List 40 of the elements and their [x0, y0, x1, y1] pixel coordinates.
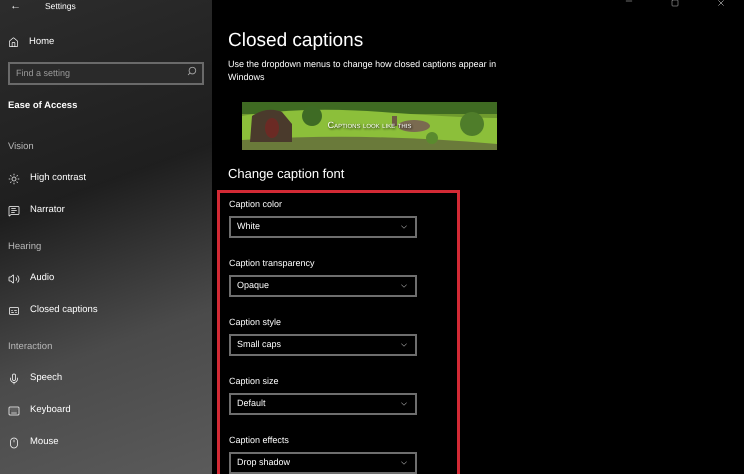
keyboard-icon [8, 404, 20, 416]
nav-item[interactable]: Keyboard [8, 394, 204, 426]
group-heading: Interaction [8, 340, 52, 354]
maximize-icon[interactable] [671, 0, 679, 7]
window-title: Settings [45, 2, 76, 10]
mouse-icon [8, 436, 20, 448]
back-button[interactable]: ← [10, 0, 21, 12]
nav-item[interactable]: Audio [8, 262, 204, 294]
speech-bubble-icon [8, 204, 20, 216]
setting-label: Caption color [229, 198, 284, 210]
home-icon [8, 36, 19, 48]
nav-item[interactable]: Narrator [8, 194, 204, 226]
setting-label: Caption size [229, 375, 280, 387]
search-icon [187, 66, 197, 76]
dropdown[interactable]: Opaque [229, 275, 417, 297]
sun-icon [8, 172, 20, 184]
group-heading: Hearing [8, 240, 42, 254]
setting-label: Caption style [229, 316, 282, 328]
captions-icon [8, 304, 20, 316]
dropdown[interactable]: Drop shadow [229, 452, 417, 474]
home-link[interactable]: Home [8, 34, 204, 50]
category-heading: Ease of Access [8, 98, 78, 112]
search-field[interactable]: Find a setting [8, 62, 204, 84]
setting-label: Caption effects [229, 434, 290, 446]
dropdown[interactable]: Small caps [229, 334, 417, 356]
group-heading: Vision [8, 140, 34, 154]
nav-item[interactable]: High contrast [8, 162, 204, 194]
dropdown[interactable]: White [229, 216, 417, 238]
nav-item[interactable]: Mouse [8, 426, 204, 458]
speaker-icon [8, 272, 20, 284]
microphone-icon [8, 372, 20, 384]
nav-item[interactable]: Speech [8, 362, 204, 394]
close-icon[interactable] [716, 0, 726, 8]
setting-label: Caption transparency [229, 257, 316, 269]
page-description: Use the dropdown menus to change how closed captions appear in Windows [228, 58, 498, 84]
dropdown[interactable]: Default [229, 393, 417, 415]
nav-item[interactable]: Closed captions [8, 294, 204, 326]
preview-caption: Captions look like this [328, 119, 412, 132]
page-title: Closed captions [228, 30, 364, 52]
section-heading: Change caption font [228, 166, 346, 182]
